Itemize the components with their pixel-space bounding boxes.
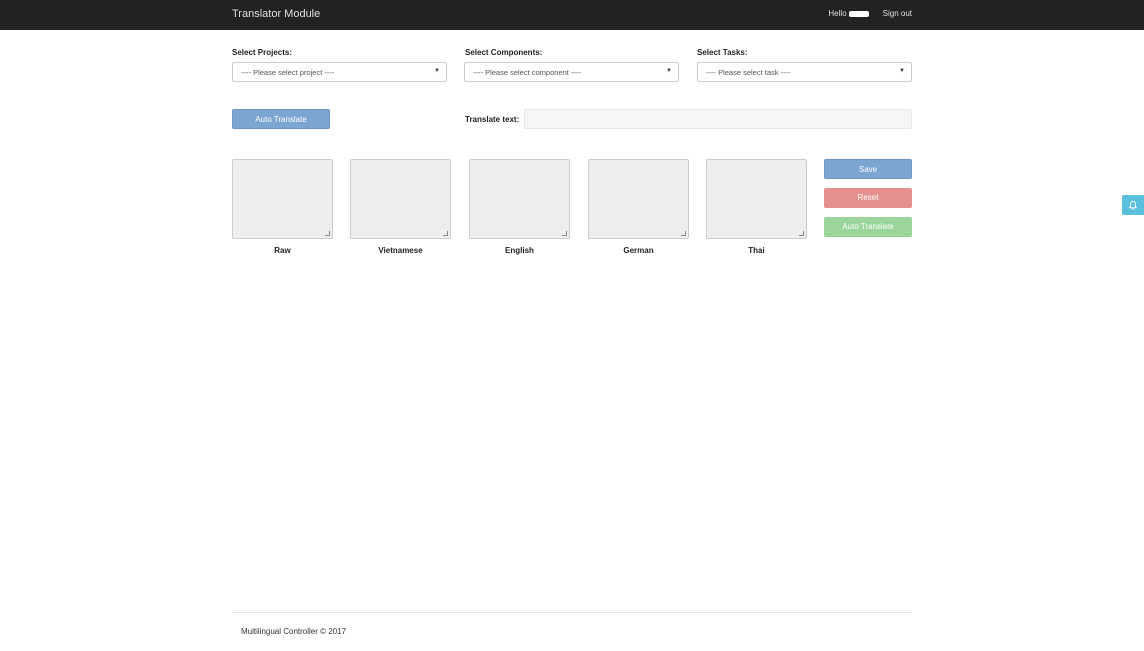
resize-handle-icon[interactable] (325, 231, 330, 236)
tasks-label: Select Tasks: (697, 48, 748, 57)
brand-title[interactable]: Translator Module (232, 8, 320, 20)
resize-handle-icon[interactable] (799, 231, 804, 236)
lang-label-english: English (505, 246, 534, 255)
translate-text-input[interactable] (524, 109, 912, 129)
bell-icon[interactable] (1122, 195, 1144, 215)
auto-translate-side-button[interactable]: Auto Translate (824, 217, 912, 237)
chevron-down-icon: ▼ (434, 68, 440, 74)
bell-glyph (1128, 201, 1138, 210)
resize-handle-icon[interactable] (681, 231, 686, 236)
redacted-username (848, 10, 869, 17)
resize-handle-icon[interactable] (443, 231, 448, 236)
lang-label-thai: Thai (748, 246, 765, 255)
top-navbar: Translator Module Hello Sign out (0, 0, 1144, 30)
translate-text-label: Translate text: (465, 115, 520, 124)
nav-right: Hello Sign out (828, 9, 912, 18)
auto-translate-button[interactable]: Auto Translate (232, 109, 330, 129)
save-button[interactable]: Save (824, 159, 912, 179)
lang-label-vietnamese: Vietnamese (378, 246, 423, 255)
component-select[interactable]: ---- Please select component ---- ▼ (464, 62, 679, 82)
greeting-text: Hello (828, 9, 847, 18)
resize-handle-icon[interactable] (562, 231, 567, 236)
thai-textarea[interactable] (706, 159, 807, 239)
raw-textarea[interactable] (232, 159, 333, 239)
sign-out-link[interactable]: Sign out (883, 9, 912, 18)
component-select-value: ---- Please select component ---- (473, 68, 581, 77)
user-greeting: Hello (828, 9, 869, 18)
project-select-value: ---- Please select project ---- (241, 68, 335, 77)
chevron-down-icon: ▼ (666, 68, 672, 74)
task-select[interactable]: ---- Please select task ---- ▼ (697, 62, 912, 82)
vietnamese-textarea[interactable] (350, 159, 451, 239)
reset-button[interactable]: Reset (824, 188, 912, 208)
lang-label-raw: Raw (274, 246, 291, 255)
footer-copyright: Multilingual Controller © 2017 (241, 627, 347, 636)
chevron-down-icon: ▼ (899, 68, 905, 74)
project-select[interactable]: ---- Please select project ---- ▼ (232, 62, 447, 82)
english-textarea[interactable] (469, 159, 570, 239)
lang-label-german: German (623, 246, 654, 255)
task-select-value: ---- Please select task ---- (706, 68, 791, 77)
components-label: Select Components: (465, 48, 543, 57)
projects-label: Select Projects: (232, 48, 293, 57)
footer-divider (232, 612, 912, 613)
german-textarea[interactable] (588, 159, 689, 239)
